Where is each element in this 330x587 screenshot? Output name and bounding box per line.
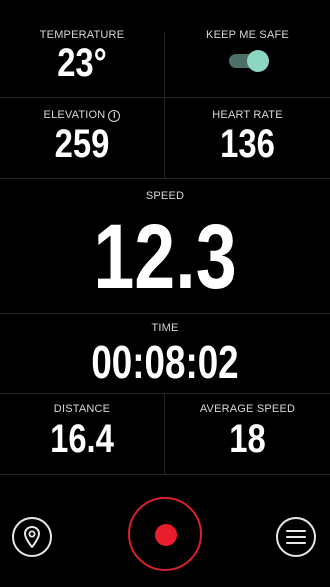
elevation-value: 259 (54, 122, 110, 166)
heart-rate-value: 136 (220, 122, 275, 166)
elevation-tile[interactable]: ELEVATION i 259 (0, 109, 164, 164)
keep-me-safe-toggle[interactable] (228, 50, 269, 72)
map-pin-icon (24, 526, 40, 548)
speed-tile[interactable]: SPEED 12.3 (0, 190, 330, 303)
map-button[interactable] (12, 517, 52, 557)
info-icon[interactable]: i (108, 110, 121, 122)
row-divider (0, 474, 330, 475)
keep-me-safe-tile: KEEP ME SAFE (165, 29, 330, 73)
elevation-label: ELEVATION (43, 109, 106, 121)
temperature-value: 23° (57, 41, 107, 85)
time-value: 00:08:02 (91, 336, 239, 388)
distance-label: DISTANCE (53, 403, 111, 415)
distance-value: 16.4 (50, 417, 114, 461)
average-speed-label: AVERAGE SPEED (199, 403, 296, 415)
time-label: TIME (151, 322, 179, 334)
temperature-tile[interactable]: TEMPERATURE 23° (0, 29, 164, 83)
ride-dashboard: TEMPERATURE 23° KEEP ME SAFE ELEVATION i … (0, 0, 330, 587)
keep-me-safe-label: KEEP ME SAFE (206, 29, 289, 41)
distance-tile[interactable]: DISTANCE 16.4 (0, 403, 164, 459)
time-tile[interactable]: TIME 00:08:02 (0, 322, 330, 385)
speed-label: SPEED (145, 190, 185, 202)
row-divider (0, 178, 330, 179)
average-speed-tile[interactable]: AVERAGE SPEED 18 (165, 403, 330, 459)
row-divider (0, 313, 330, 314)
speed-value: 12.3 (93, 206, 237, 308)
elevation-label-row: ELEVATION i (0, 109, 164, 122)
row-divider (0, 97, 330, 98)
row-divider (0, 393, 330, 394)
control-bar (0, 480, 330, 587)
record-button[interactable] (128, 497, 202, 571)
record-icon (155, 524, 177, 546)
heart-rate-tile[interactable]: HEART RATE 136 (165, 109, 330, 164)
menu-button[interactable] (276, 517, 316, 557)
toggle-knob (246, 50, 269, 72)
heart-rate-label: HEART RATE (212, 109, 283, 121)
average-speed-value: 18 (229, 417, 266, 461)
hamburger-menu-icon (286, 530, 306, 544)
